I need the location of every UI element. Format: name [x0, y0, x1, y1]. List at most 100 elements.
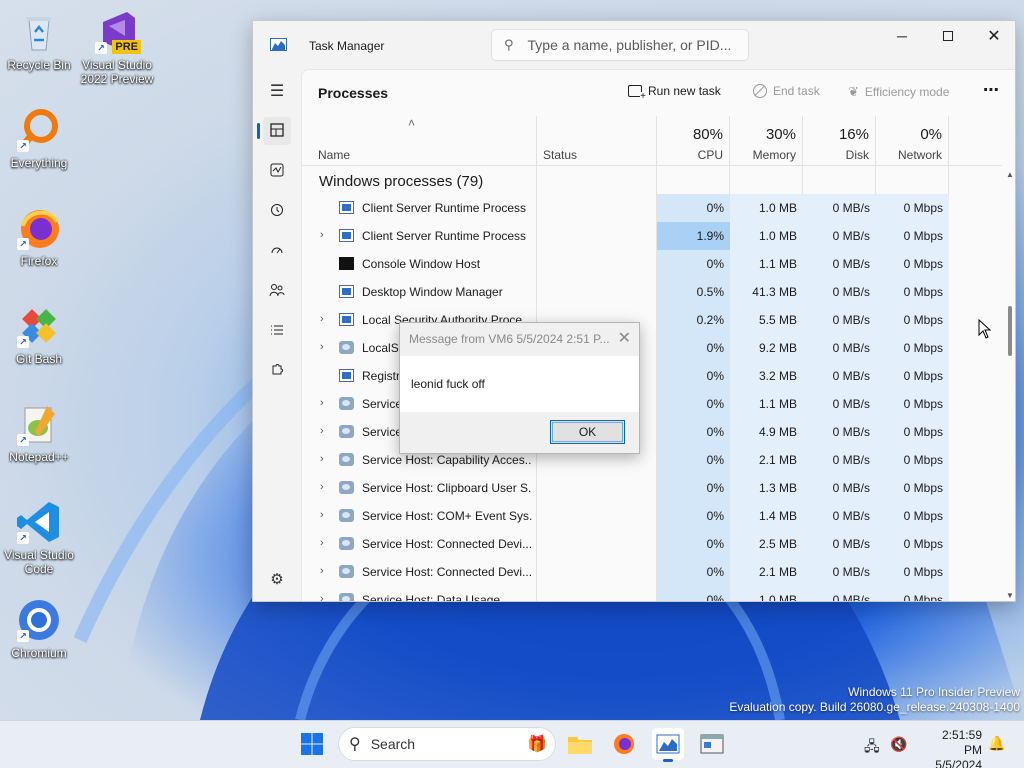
memory-value: 41.3 MB: [752, 285, 797, 299]
taskbar-firefox[interactable]: [608, 728, 640, 760]
cpu-value: 0%: [706, 369, 724, 383]
desktop-icon-everything[interactable]: ↗ Everything: [1, 106, 77, 170]
disk-value: 0 MB/s: [832, 369, 870, 383]
title-bar[interactable]: Task Manager ⚲ Type a name, publisher, o…: [253, 21, 1015, 69]
more-options-button[interactable]: ⋯: [983, 80, 999, 100]
expand-chevron-icon[interactable]: ›: [320, 453, 324, 465]
efficiency-mode-button[interactable]: ❦ Efficiency mode: [848, 84, 949, 100]
dialog-close-button[interactable]: ✕: [618, 328, 631, 348]
scrollbar-thumb[interactable]: [1008, 306, 1012, 356]
process-row[interactable]: › Service Host: Data Usage 0% 1.0 MB 0 MB/s 0…: [302, 586, 1002, 601]
process-row[interactable]: › Service Host: Clipboard User S... 0% 1.3 …: [302, 474, 1002, 502]
sidebar-item-details[interactable]: [263, 317, 291, 345]
network-value: 0 Mbps: [903, 285, 943, 299]
volume-muted-icon[interactable]: 🔇: [890, 736, 907, 753]
desktop-icon-chromium[interactable]: ↗ Chromium: [1, 596, 77, 660]
taskbar-clock[interactable]: 2:51:59 PM 5/5/2024: [922, 728, 982, 768]
maximize-button[interactable]: [925, 21, 971, 51]
process-row[interactable]: › Service Host: COM+ Event Sys... 0% 1.4 MB…: [302, 502, 1002, 530]
scroll-down-arrow-icon[interactable]: ▼: [1006, 591, 1014, 600]
memory-column-header[interactable]: 30% Memory: [730, 116, 803, 166]
process-icon: [339, 537, 354, 550]
sidebar-item-processes[interactable]: [263, 117, 291, 145]
message-dialog: Message from VM6 5/5/2024 2:51 P... ✕ le…: [399, 322, 640, 454]
task-manager-icon: [656, 734, 680, 754]
expand-chevron-icon[interactable]: ›: [320, 229, 324, 241]
process-name: Service Host: Clipboard User S...: [362, 481, 532, 495]
desktop-icon-firefox[interactable]: ↗ Firefox: [1, 204, 77, 268]
clock-date: 5/5/2024: [935, 758, 982, 768]
expand-chevron-icon[interactable]: ›: [320, 481, 324, 493]
status-header-label: Status: [543, 148, 578, 162]
cpu-value: 0%: [706, 257, 724, 271]
process-row[interactable]: › Service Host: Connected Devi... 0% 2.1 MB…: [302, 558, 1002, 586]
details-list-icon: [270, 324, 284, 339]
network-column-header[interactable]: 0% Network: [876, 116, 949, 166]
name-column-header[interactable]: ˄ Name: [302, 116, 537, 166]
process-row[interactable]: Desktop Window Manager 0.5% 41.3 MB 0 MB/s 0…: [302, 278, 1002, 306]
process-row[interactable]: Client Server Runtime Process 0% 1.0 MB 0 M…: [302, 194, 1002, 222]
sidebar-item-app-history[interactable]: [263, 197, 291, 225]
hamburger-menu-button[interactable]: ☰: [263, 77, 291, 105]
sidebar-item-startup-apps[interactable]: [263, 237, 291, 265]
vertical-scrollbar[interactable]: ▲ ▼: [1003, 166, 1015, 601]
process-row[interactable]: › Service Host: Connected Devi... 0% 2.5 MB…: [302, 530, 1002, 558]
expand-chevron-icon[interactable]: ›: [320, 509, 324, 521]
gear-icon: ⚙: [270, 571, 284, 588]
startup-speedometer-icon: [270, 243, 284, 260]
disk-header-label: Disk: [845, 148, 869, 162]
desktop-icon-notepad-plus-plus[interactable]: ↗ Notepad++: [1, 400, 77, 464]
processes-icon: [270, 122, 284, 140]
desktop-icon-label: Chromium: [11, 646, 67, 660]
minimize-button[interactable]: ─: [879, 21, 925, 51]
disk-value: 0 MB/s: [832, 481, 870, 495]
cpu-column-header[interactable]: 80% CPU: [657, 116, 730, 166]
taskbar-task-manager[interactable]: [652, 728, 684, 762]
sidebar-item-services[interactable]: [263, 357, 291, 385]
network-icon[interactable]: 🖧: [864, 736, 880, 760]
settings-button[interactable]: ⚙: [263, 565, 291, 593]
sidebar-item-performance[interactable]: [263, 157, 291, 185]
expand-chevron-icon[interactable]: ›: [320, 313, 324, 325]
end-task-button[interactable]: End task: [753, 84, 820, 98]
minimize-icon: ─: [897, 28, 907, 44]
process-name: Service Host: Capability Acces...: [362, 453, 532, 467]
taskbar-search-box[interactable]: ⚲ Search 🎁: [338, 727, 556, 761]
taskbar-message-app[interactable]: [696, 728, 728, 760]
desktop-icon-vscode[interactable]: ↗ Visual Studio Code: [1, 498, 77, 576]
history-icon: [270, 203, 284, 220]
expand-chevron-icon[interactable]: ›: [320, 425, 324, 437]
group-header-row[interactable]: Windows processes (79): [302, 166, 1002, 194]
toolbar: Processes + Run new task End task ❦ Effi…: [302, 70, 1015, 116]
ok-button[interactable]: OK: [550, 420, 625, 444]
desktop-icon-git-bash[interactable]: ↗ Git Bash: [1, 302, 77, 366]
cpu-value: 0%: [706, 537, 724, 551]
disk-column-header[interactable]: 16% Disk: [803, 116, 876, 166]
network-value: 0 Mbps: [903, 229, 943, 243]
run-new-task-button[interactable]: + Run new task: [628, 84, 721, 102]
expand-chevron-icon[interactable]: ›: [320, 593, 324, 601]
notification-bell-icon[interactable]: 🔔: [988, 735, 1005, 752]
expand-chevron-icon[interactable]: ›: [320, 341, 324, 353]
chromium-icon: ↗: [15, 596, 63, 644]
desktop-icon-visual-studio[interactable]: PRE ↗ Visual Studio 2022 Preview: [79, 8, 155, 86]
start-button[interactable]: [296, 728, 328, 760]
process-row[interactable]: Console Window Host 0% 1.1 MB 0 MB/s 0 Mbps: [302, 250, 1002, 278]
sort-ascending-icon: ˄: [408, 116, 416, 130]
taskbar-file-explorer[interactable]: [564, 728, 596, 760]
close-button[interactable]: ✕: [971, 21, 1015, 51]
status-column-header[interactable]: Status: [537, 116, 657, 166]
network-value: 0 Mbps: [903, 201, 943, 215]
process-row[interactable]: › Client Server Runtime Process 1.9% 1.0 MB…: [302, 222, 1002, 250]
memory-value: 1.0 MB: [758, 229, 797, 243]
desktop-icon-recycle-bin[interactable]: Recycle Bin: [1, 8, 77, 72]
expand-chevron-icon[interactable]: ›: [320, 397, 324, 409]
scroll-up-arrow-icon[interactable]: ▲: [1006, 170, 1014, 179]
search-input[interactable]: ⚲ Type a name, publisher, or PID...: [491, 29, 749, 61]
expand-chevron-icon[interactable]: ›: [320, 537, 324, 549]
name-header-label: Name: [318, 148, 351, 162]
windows-watermark: Windows 11 Pro Insider Preview Evaluatio…: [729, 685, 1020, 715]
cpu-total-percent: 80%: [692, 126, 723, 143]
sidebar-item-users[interactable]: [263, 277, 291, 305]
expand-chevron-icon[interactable]: ›: [320, 565, 324, 577]
